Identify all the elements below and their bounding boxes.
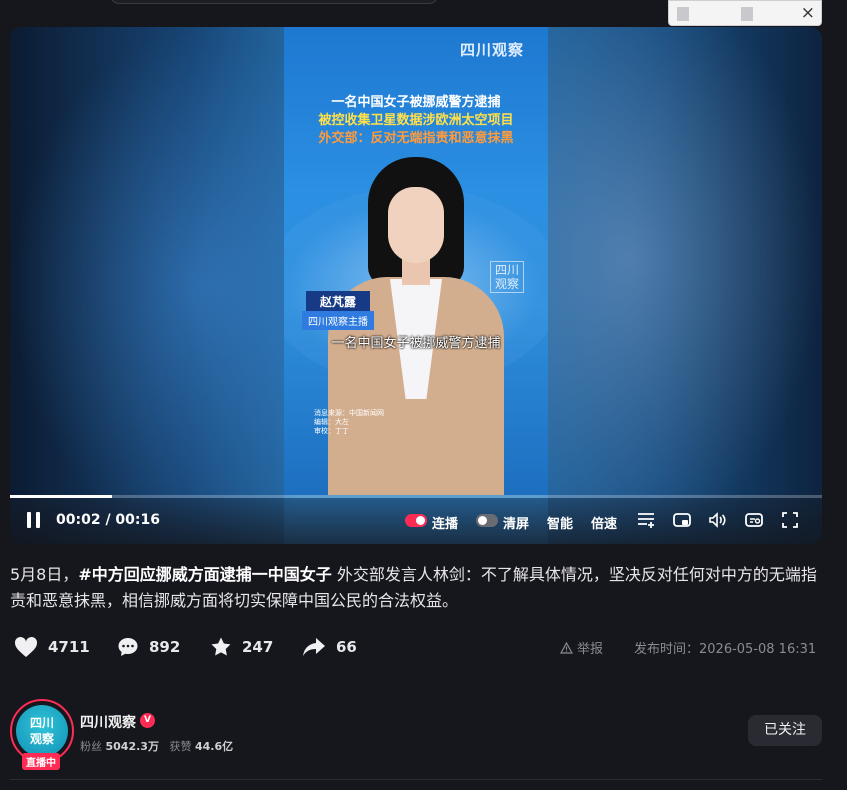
channel-stamp-logo: 四川 观察 — [490, 261, 524, 293]
hashtag-link[interactable]: #中方回应挪威方面逮捕一中国女子 — [78, 565, 331, 584]
live-badge[interactable]: 直播中 — [22, 753, 60, 770]
divider — [10, 779, 822, 780]
favorite-count: 247 — [242, 638, 274, 656]
star-icon — [211, 637, 231, 656]
video-subtitle: 一名中国女子被挪威警方逮捕 — [331, 336, 501, 351]
favorite-button[interactable]: 247 — [210, 636, 273, 658]
like-count: 4711 — [48, 638, 90, 656]
notification-popup: × — [668, 0, 822, 26]
comment-count: 892 — [149, 638, 181, 656]
author-stats: 粉丝 5042.3万 获赞 44.6亿 — [80, 738, 233, 754]
close-icon[interactable]: × — [801, 3, 815, 23]
playback-time: 00:02 / 00:16 — [56, 512, 160, 528]
heart-icon — [14, 636, 38, 657]
likes-label: 获赞 — [169, 740, 192, 753]
share-button[interactable]: 66 — [302, 636, 357, 658]
fans-label: 粉丝 — [80, 740, 102, 753]
report-button[interactable]: 举报 — [559, 638, 604, 657]
search-bar[interactable] — [110, 0, 438, 4]
comment-button[interactable]: 892 — [117, 636, 180, 658]
smart-button[interactable]: 智能 — [547, 513, 573, 532]
clearscreen-label[interactable]: 清屏 — [503, 513, 529, 532]
blurred-background — [548, 27, 822, 544]
popup-placeholder — [741, 7, 753, 21]
video-credits: 消息来源：中国新闻网 编辑：大左 审校：丁丁 — [314, 409, 384, 435]
video-detail-page: × 四川观察 一名中国女子被挪威警方逮捕 被控收集卫星数据涉欧洲太空项目 外交部… — [0, 0, 847, 790]
warning-icon — [559, 641, 574, 654]
autoplay-toggle[interactable] — [405, 514, 427, 527]
fullscreen-icon[interactable] — [780, 510, 800, 530]
share-arrow-icon — [303, 638, 325, 656]
anchor-figure — [388, 187, 444, 263]
like-button[interactable]: 4711 — [14, 636, 90, 658]
video-description: 5月8日，#中方回应挪威方面逮捕一中国女子 外交部发言人林剑：不了解具体情况，坚… — [10, 562, 830, 614]
report-label: 举报 — [577, 642, 604, 657]
fans-count: 5042.3万 — [105, 740, 159, 753]
headline-line-3: 外交部：反对无端指责和恶意抹黑 — [318, 131, 514, 146]
video-frame[interactable]: 四川观察 一名中国女子被挪威警方逮捕 被控收集卫星数据涉欧洲太空项目 外交部：反… — [284, 27, 548, 495]
clearscreen-toggle[interactable] — [476, 514, 498, 527]
anchor-role-tag: 四川观察主播 — [302, 311, 374, 330]
headline-line-2: 被控收集卫星数据涉欧洲太空项目 — [318, 113, 514, 128]
pip-icon[interactable] — [672, 510, 692, 530]
channel-watermark: 四川观察 — [459, 41, 524, 59]
pause-icon[interactable] — [26, 512, 42, 528]
video-player[interactable]: 四川观察 一名中国女子被挪威警方逮捕 被控收集卫星数据涉欧洲太空项目 外交部：反… — [10, 27, 822, 544]
follow-button[interactable]: 已关注 — [748, 715, 822, 746]
anchor-name-tag: 赵芃露 — [306, 291, 371, 312]
comment-icon — [118, 638, 138, 656]
verified-icon: V — [140, 713, 155, 728]
author-name[interactable]: 四川观察 — [80, 712, 136, 732]
blurred-background — [10, 27, 284, 544]
share-count: 66 — [336, 638, 357, 656]
publish-time: 发布时间：2026-05-08 16:31 — [634, 642, 817, 657]
playlist-icon[interactable] — [636, 510, 656, 530]
avatar: 四川 观察 — [16, 705, 68, 757]
autoplay-label[interactable]: 连播 — [432, 513, 458, 532]
speed-button[interactable]: 倍速 — [591, 513, 617, 532]
description-date: 5月8日， — [10, 565, 79, 584]
player-controls: 00:02 / 00:16 连播 清屏 智能 倍速 — [10, 498, 822, 544]
volume-icon[interactable] — [707, 510, 727, 530]
total-likes-count: 44.6亿 — [194, 740, 234, 753]
popup-placeholder — [677, 7, 689, 21]
danmaku-icon[interactable] — [744, 510, 764, 530]
headline-line-1: 一名中国女子被挪威警方逮捕 — [331, 95, 501, 110]
